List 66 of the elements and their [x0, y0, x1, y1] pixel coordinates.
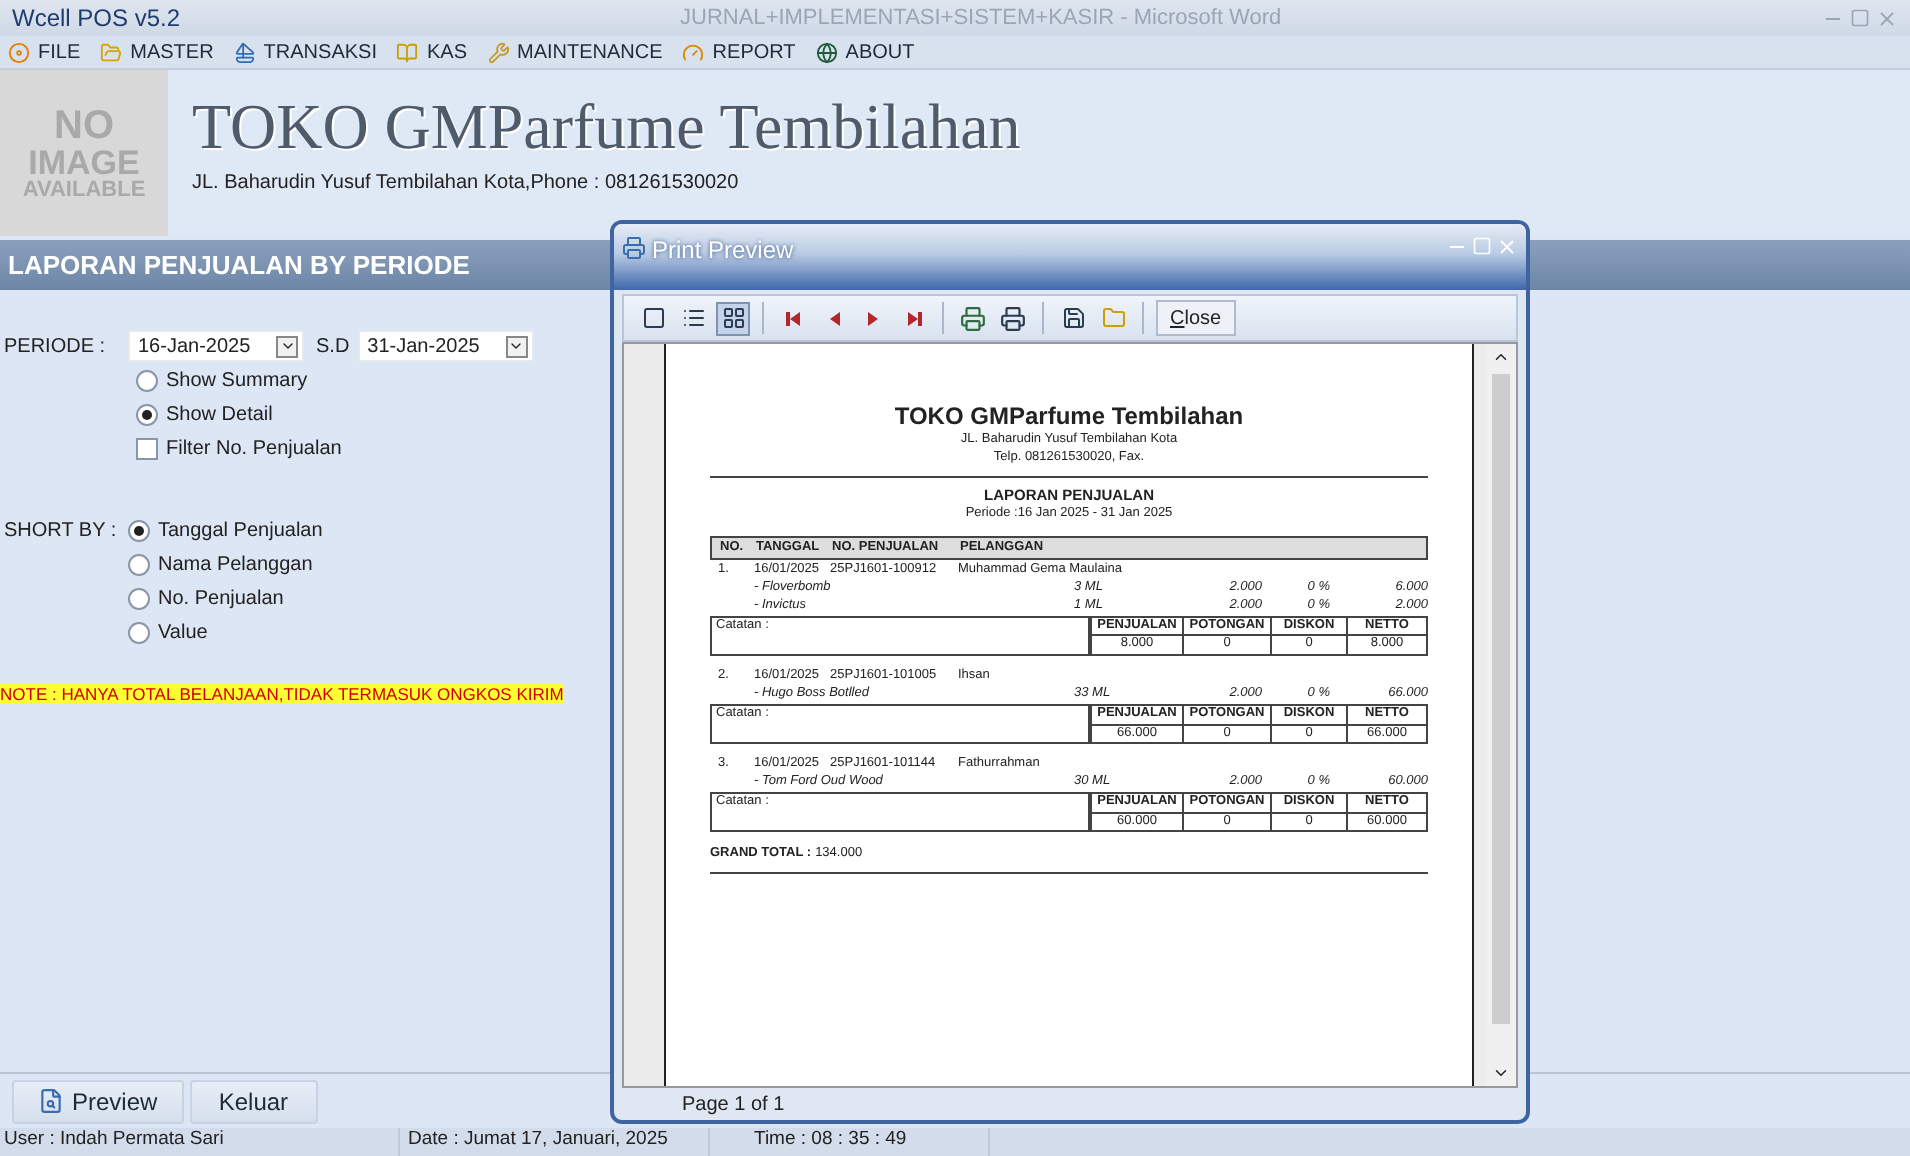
radio-label: No. Penjualan [158, 588, 284, 610]
printer-icon [960, 305, 986, 331]
print-button[interactable] [996, 301, 1030, 335]
first-page-icon [785, 309, 801, 327]
radio-button[interactable] [128, 588, 150, 610]
folder-icon [1101, 306, 1125, 330]
last-page-icon [905, 309, 921, 327]
radio-button[interactable] [128, 622, 150, 644]
radio-label: Value [158, 622, 208, 644]
previous-icon [825, 309, 841, 327]
menu-item[interactable]: KAS [396, 41, 467, 63]
menu-item[interactable]: TRANSAKSI [233, 41, 377, 63]
menu-item[interactable]: REPORT [682, 41, 796, 63]
wrench-icon [487, 41, 509, 63]
status-text: User : Indah Permata Sari [0, 1128, 400, 1156]
preview-button[interactable]: Preview [12, 1079, 184, 1123]
next-icon [865, 309, 881, 327]
scroll-down-icon[interactable] [1492, 1064, 1510, 1082]
section-title: LAPORAN PENJUALAN BY PERIODE [8, 250, 470, 280]
store-name: TOKO GMParfume Tembilahan [192, 90, 1021, 164]
page-info: Page 1 of 1 [682, 1093, 785, 1115]
printer-icon [622, 236, 646, 260]
sailboat-icon [233, 41, 256, 63]
window-title: Wcell POS v5.2 [12, 4, 181, 32]
scrollbar[interactable] [1486, 344, 1516, 1086]
printer-icon [1000, 305, 1026, 331]
radio-button[interactable] [128, 520, 150, 542]
close-button[interactable]: Close [1156, 300, 1236, 336]
period-label: PERIODE : [2, 335, 108, 357]
grid-icon [721, 306, 745, 330]
single-page-icon [641, 306, 665, 330]
status-text: Time : 08 : 35 : 49 [710, 1128, 990, 1156]
menu-item[interactable]: MASTER [100, 41, 214, 63]
book-icon [396, 41, 419, 63]
radio-label: Show Detail [166, 404, 273, 426]
scroll-up-icon[interactable] [1492, 348, 1510, 366]
menu-item[interactable]: MAINTENANCE [487, 41, 663, 63]
radio-button[interactable] [136, 404, 158, 426]
gauge-icon [682, 41, 705, 63]
disc-icon [8, 41, 30, 63]
menu-item[interactable]: ABOUT [815, 41, 915, 63]
note-text: NOTE : HANYA TOTAL BELANJAAN,TIDAK TERMASUK ONGKOS KIRIM [0, 684, 564, 704]
checkbox[interactable] [136, 438, 158, 460]
radio-label: Nama Pelanggan [158, 554, 313, 576]
date-from-dropdown[interactable]: 16-Jan-2025 [128, 330, 304, 362]
status-text: Date : Jumat 17, Januari, 2025 [400, 1128, 710, 1156]
window-title: Print Preview [652, 236, 794, 264]
date-to-dropdown[interactable]: 31-Jan-2025 [357, 330, 534, 362]
exit-button[interactable]: Keluar [189, 1079, 318, 1123]
globe-icon [815, 41, 838, 63]
document-title: JURNAL+IMPLEMENTASI+SISTEM+KASIR - Microsoft Word [680, 6, 1282, 30]
document-icon [38, 1088, 64, 1114]
view-button[interactable] [716, 301, 750, 335]
report-store-name: TOKO GMParfume Tembilahan [894, 400, 1244, 432]
until-label: S.D [316, 335, 350, 357]
print-setup-button[interactable] [956, 301, 990, 335]
save-icon [1061, 306, 1085, 330]
checkbox-label: Filter No. Penjualan [166, 438, 342, 460]
folder-icon [100, 41, 123, 63]
radio-label: Show Summary [166, 370, 308, 392]
sort-label: SHORT BY : [2, 520, 119, 542]
menu-item[interactable]: FILE [8, 41, 81, 63]
radio-label: Tanggal Penjualan [158, 520, 323, 542]
radio-button[interactable] [128, 554, 150, 576]
store-address: JL. Baharudin Yusuf Tembilahan Kota,Phone : 081261530020 [192, 172, 741, 194]
radio-button[interactable] [136, 370, 158, 392]
